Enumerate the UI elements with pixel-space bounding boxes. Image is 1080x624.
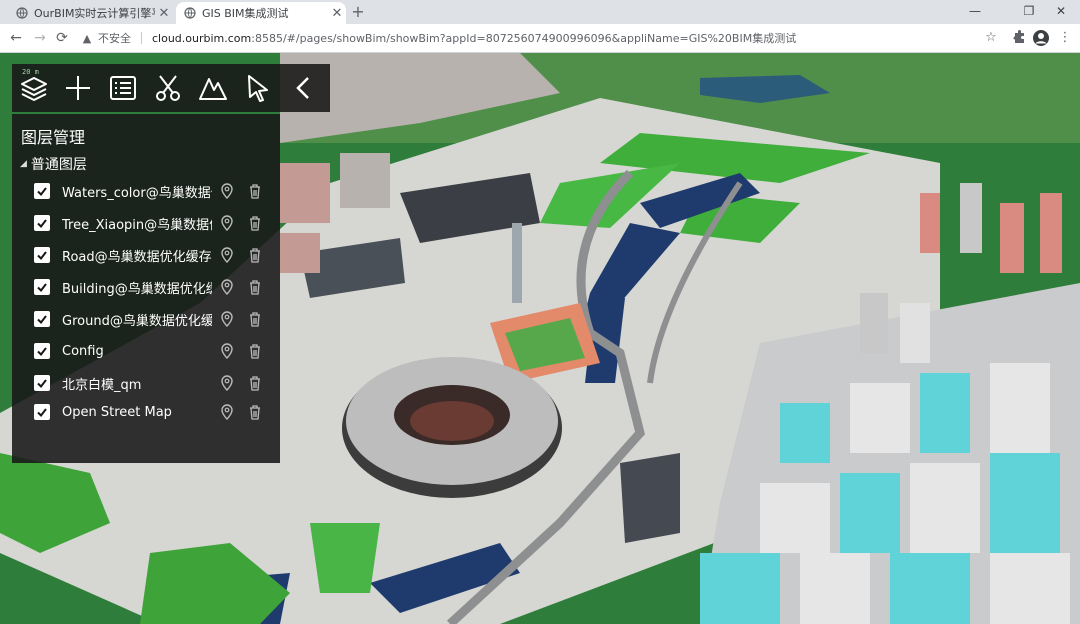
menu-kebab-icon[interactable]: ⋮ <box>1056 29 1074 47</box>
locate-pin-icon[interactable] <box>220 343 234 359</box>
profile-avatar-icon[interactable] <box>1032 29 1050 47</box>
locate-pin-icon[interactable] <box>220 375 234 391</box>
scale-label: 20 m <box>22 68 39 76</box>
delete-trash-icon[interactable] <box>248 375 262 391</box>
layer-visibility-checkbox[interactable] <box>34 343 50 359</box>
panel-title: 图层管理 <box>21 128 86 147</box>
caret-down-icon: ◢ <box>20 159 27 169</box>
layer-row: Open Street Map <box>34 401 274 423</box>
layer-name: Road@鸟巢数据优化缓存 <box>62 249 212 265</box>
locate-pin-icon[interactable] <box>220 215 234 231</box>
check-icon <box>37 408 47 418</box>
layer-visibility-checkbox[interactable] <box>34 404 50 420</box>
select-pointer-icon <box>248 75 268 102</box>
add-icon <box>66 76 90 100</box>
delete-trash-icon[interactable] <box>248 311 262 327</box>
layer-row: Road@鸟巢数据优化缓存 <box>34 244 274 266</box>
layer-row: 北京白模_qm <box>34 372 274 394</box>
extensions-icon[interactable] <box>1010 29 1028 47</box>
new-tab-button[interactable]: + <box>348 2 368 22</box>
browser-tab-ourbim[interactable]: OurBIM实时云计算引擎平台 ✕ <box>8 2 173 24</box>
layer-name: Waters_color@鸟巢数据优化缓存 <box>62 185 212 201</box>
locate-pin-icon[interactable] <box>220 279 234 295</box>
browser-tab-gis-bim[interactable]: GIS BIM集成测试 ✕ <box>176 2 346 24</box>
check-icon <box>37 219 47 229</box>
bookmark-star-icon[interactable]: ☆ <box>982 29 1000 47</box>
browser-toolbar: ← → ⟳ ▲ 不安全 cloud.ourbim.com :8585/#/pag… <box>0 24 1080 53</box>
layer-visibility-checkbox[interactable] <box>34 247 50 263</box>
locate-pin-icon[interactable] <box>220 183 234 199</box>
layer-visibility-checkbox[interactable] <box>34 375 50 391</box>
locate-pin-icon[interactable] <box>220 404 234 420</box>
list-tool-button[interactable] <box>105 70 141 106</box>
minimize-button[interactable]: — <box>962 2 988 20</box>
warning-icon[interactable]: ▲ <box>80 32 94 45</box>
globe-icon <box>16 7 28 19</box>
security-label: 不安全 <box>98 32 131 45</box>
tab-close-icon[interactable]: ✕ <box>155 6 173 21</box>
browser-tab-strip: OurBIM实时云计算引擎平台 ✕ GIS BIM集成测试 ✕ + — ❐ ✕ <box>0 0 1080 24</box>
layer-name: Tree_Xiaopin@鸟巢数据优化缓存 <box>62 217 212 233</box>
reload-button[interactable]: ⟳ <box>52 28 72 48</box>
layer-row: Config <box>34 340 274 362</box>
layer-visibility-checkbox[interactable] <box>34 311 50 327</box>
check-icon <box>37 187 47 197</box>
layer-name: 北京白模_qm <box>62 377 142 393</box>
url-host: cloud.ourbim.com <box>152 31 252 45</box>
url-path: :8585/#/pages/showBim/showBim?appId=8072… <box>251 32 797 45</box>
tab-title: OurBIM实时云计算引擎平台 <box>34 7 155 20</box>
locate-pin-icon[interactable] <box>220 247 234 263</box>
layer-row: Waters_color@鸟巢数据优化缓存 <box>34 180 274 202</box>
layer-row: Ground@鸟巢数据优化缓存 <box>34 308 274 330</box>
list-icon <box>110 76 136 100</box>
terrain-icon <box>199 78 227 100</box>
layer-group-label: 普通图层 <box>30 157 87 173</box>
layer-name: Open Street Map <box>62 404 172 420</box>
cut-tool-button[interactable] <box>150 70 186 106</box>
forward-button[interactable]: → <box>30 28 50 48</box>
gis-tool-bar <box>12 64 330 112</box>
delete-trash-icon[interactable] <box>248 247 262 263</box>
layer-name: Ground@鸟巢数据优化缓存 <box>62 313 212 329</box>
add-tool-button[interactable] <box>60 70 96 106</box>
check-icon <box>37 379 47 389</box>
layer-management-panel: 图层管理 ◢ 普通图层 Waters_color@鸟巢数据优化缓存 Tree_Xi… <box>12 114 280 463</box>
layer-name: Building@鸟巢数据优化缓存 <box>62 281 212 297</box>
locate-pin-icon[interactable] <box>220 311 234 327</box>
layer-row: Tree_Xiaopin@鸟巢数据优化缓存 <box>34 212 274 234</box>
delete-trash-icon[interactable] <box>248 343 262 359</box>
delete-trash-icon[interactable] <box>248 404 262 420</box>
delete-trash-icon[interactable] <box>248 183 262 199</box>
tab-close-icon[interactable]: ✕ <box>328 6 346 21</box>
check-icon <box>37 347 47 357</box>
check-icon <box>37 315 47 325</box>
terrain-tool-button[interactable] <box>195 70 231 106</box>
collapse-panel-button[interactable] <box>286 70 322 106</box>
layer-visibility-checkbox[interactable] <box>34 215 50 231</box>
maximize-button[interactable]: ❐ <box>1016 2 1042 20</box>
delete-trash-icon[interactable] <box>248 215 262 231</box>
layer-visibility-checkbox[interactable] <box>34 183 50 199</box>
divider <box>141 32 142 44</box>
delete-trash-icon[interactable] <box>248 279 262 295</box>
tab-title: GIS BIM集成测试 <box>202 7 289 20</box>
layer-group-toggle[interactable]: ◢ 普通图层 <box>20 154 87 174</box>
collapse-icon <box>296 77 309 99</box>
layer-visibility-checkbox[interactable] <box>34 279 50 295</box>
window-close-button[interactable]: ✕ <box>1048 2 1074 20</box>
address-bar[interactable]: ▲ 不安全 cloud.ourbim.com :8585/#/pages/sho… <box>80 27 1000 49</box>
cut-icon <box>156 75 180 101</box>
layer-row: Building@鸟巢数据优化缓存 <box>34 276 274 298</box>
check-icon <box>37 251 47 261</box>
layer-name: Config <box>62 343 104 359</box>
back-button[interactable]: ← <box>6 28 26 48</box>
select-tool-button[interactable] <box>240 70 276 106</box>
layers-icon <box>21 77 47 101</box>
check-icon <box>37 283 47 293</box>
globe-icon <box>184 7 196 19</box>
